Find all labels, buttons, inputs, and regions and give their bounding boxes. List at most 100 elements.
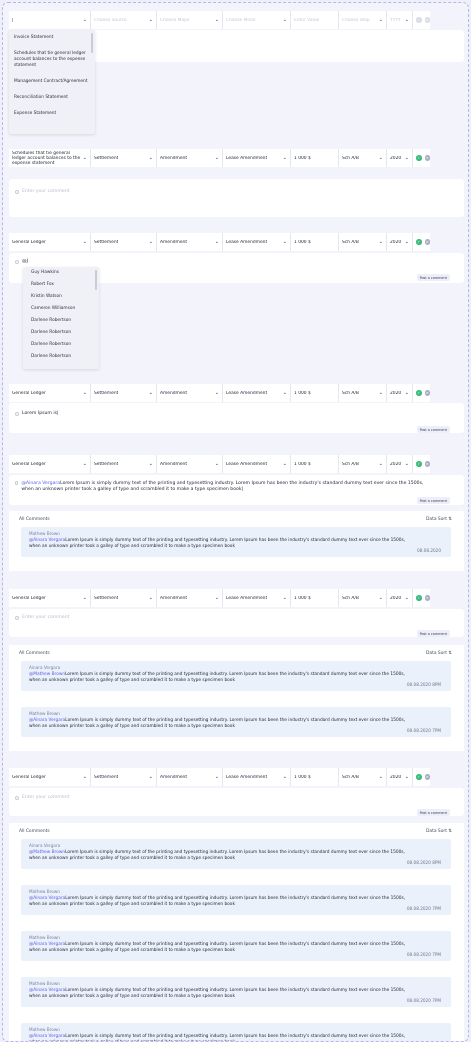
step-select[interactable]: Sch A/B ⌄	[339, 233, 387, 251]
data-sort-button[interactable]: Data Sort ⇅	[426, 829, 452, 834]
major-select[interactable]: Amendment ⌄	[157, 455, 223, 473]
step-select[interactable]: Choose Step ⌄	[339, 11, 387, 29]
minor-select[interactable]: Lease Amendment ⌄	[223, 149, 291, 167]
minor-select[interactable]: Lease Amendment ⌄	[223, 233, 291, 251]
year-select[interactable]: 2020 ⌄	[387, 455, 413, 473]
dropdown-option[interactable]: Invoice Statement	[9, 32, 95, 44]
comment-input[interactable]: @Ainara VergaraLorem Ipsum is simply dum…	[15, 481, 435, 493]
dropdown-option[interactable]: Schedules that tie general ledger accoun…	[9, 48, 95, 72]
document-type-select[interactable]: General Ledger ⌄	[9, 233, 91, 251]
mention-option[interactable]: Robert Fox	[23, 279, 99, 291]
minor-select[interactable]: Lease Amendment ⌄	[223, 455, 291, 473]
chevron-down-icon: ⌄	[282, 461, 287, 467]
mention-option[interactable]: Darlene Robertson	[23, 327, 99, 339]
remove-icon[interactable]: ×	[424, 595, 430, 601]
approve-icon[interactable]: ✓	[416, 17, 422, 23]
mention-option[interactable]: Guy Hawkins	[23, 267, 99, 279]
dropdown-option[interactable]: Management Contract/Agreement	[9, 76, 95, 88]
document-type-dropdown[interactable]: Invoice Statement Schedules that tie gene…	[9, 30, 95, 134]
comment-input[interactable]: @J	[15, 259, 28, 264]
dropdown-option[interactable]: Expense Statement	[9, 108, 95, 120]
minor-select[interactable]: Lease Amendment ⌄	[223, 768, 291, 786]
minor-select[interactable]: Lease Amendment ⌄	[223, 589, 291, 607]
value-input[interactable]: 1 000 $	[291, 384, 339, 402]
mention-option[interactable]: Kristin Watson	[23, 291, 99, 303]
year-select[interactable]: 2020 ⌄	[387, 149, 413, 167]
minor-select[interactable]: Lease Amendment ⌄	[223, 384, 291, 402]
mention-dropdown[interactable]: Guy Hawkins Robert Fox Kristin Watson Camer…	[23, 267, 99, 369]
approve-icon[interactable]: ✓	[416, 461, 422, 467]
value-input[interactable]: 1 000 $	[291, 455, 339, 473]
document-type-select[interactable]: Schedules that tie general ledger accoun…	[9, 149, 91, 167]
comment-input[interactable]: Enter your comment	[15, 615, 69, 620]
source-select[interactable]: Settlement ⌄	[91, 384, 157, 402]
comment-date: 08.08.2020 7PM	[406, 952, 441, 957]
source-select[interactable]: Settlement ⌄	[91, 455, 157, 473]
source-select[interactable]: Settlement ⌄	[91, 149, 157, 167]
value-input[interactable]: 1 000 $	[291, 149, 339, 167]
major-select[interactable]: Amendment ⌄	[157, 589, 223, 607]
post-comment-button[interactable]: Post a comment	[416, 274, 450, 281]
remove-icon[interactable]: ×	[424, 17, 430, 23]
year-select[interactable]: 2020 ⌄	[387, 384, 413, 402]
source-select[interactable]: Settlement ⌄	[91, 589, 157, 607]
mention-option[interactable]: Darlene Robertson	[23, 339, 99, 351]
post-comment-button[interactable]: Post a comment	[416, 497, 450, 504]
major-select[interactable]: Amendment ⌄	[157, 233, 223, 251]
year-select[interactable]: YYYY ⌄	[387, 11, 413, 29]
minor-select[interactable]: Choose Minor ⌄	[223, 11, 291, 29]
data-sort-button[interactable]: Data Sort ⇅	[426, 517, 452, 522]
dropdown-option[interactable]: Reconciliation Statement	[9, 92, 95, 104]
post-comment-button[interactable]: Post a comment	[416, 426, 450, 433]
source-select[interactable]: Settlement ⌄	[91, 233, 157, 251]
document-type-select[interactable]: General Ledger ⌄	[9, 455, 91, 473]
approve-icon[interactable]: ✓	[416, 390, 422, 396]
comment-input[interactable]: Enter your comment	[15, 795, 69, 800]
remove-icon[interactable]: ×	[424, 390, 430, 396]
remove-icon[interactable]: ×	[424, 774, 430, 780]
document-type-select[interactable]: General Ledger ⌄	[9, 384, 91, 402]
year-select[interactable]: 2020 ⌄	[387, 768, 413, 786]
major-select[interactable]: Amendment ⌄	[157, 384, 223, 402]
year-select[interactable]: 2020 ⌄	[387, 233, 413, 251]
mention-option[interactable]: Cameron Williamson	[23, 303, 99, 315]
value-input[interactable]: Enter Value	[291, 11, 339, 29]
value-input[interactable]: 1 000 $	[291, 768, 339, 786]
approve-icon[interactable]: ✓	[416, 239, 422, 245]
year-select[interactable]: 2020 ⌄	[387, 589, 413, 607]
post-comment-button[interactable]: Post a comment	[416, 809, 450, 816]
comment-input[interactable]: Lorem Ipsum is|	[15, 411, 59, 416]
comment-text: @J	[22, 259, 28, 264]
step-select[interactable]: Sch A/B ⌄	[339, 384, 387, 402]
approve-icon[interactable]: ✓	[416, 774, 422, 780]
major-select[interactable]: Amendment ⌄	[157, 149, 223, 167]
remove-icon[interactable]: ×	[424, 461, 430, 467]
row-actions: ✓ ×	[413, 384, 430, 402]
major-select[interactable]: Choose Major ⌄	[157, 11, 223, 29]
comment-author: Mathew Brown	[29, 981, 60, 986]
remove-icon[interactable]: ×	[424, 239, 430, 245]
source-select[interactable]: Settlement ⌄	[91, 768, 157, 786]
value-input[interactable]: 1 000 $	[291, 233, 339, 251]
remove-icon[interactable]: ×	[424, 155, 430, 161]
source-select[interactable]: Choose Source ⌄	[91, 11, 157, 29]
select-value: 2020	[390, 390, 402, 396]
step-select[interactable]: Sch A/B ⌄	[339, 768, 387, 786]
mention-option[interactable]: Darlene Robertson	[23, 315, 99, 327]
step-select[interactable]: Sch A/B ⌄	[339, 455, 387, 473]
step-select[interactable]: Sch A/B ⌄	[339, 589, 387, 607]
data-sort-button[interactable]: Data Sort ⇅	[426, 651, 452, 656]
document-type-select[interactable]: General Ledger ⌄	[9, 589, 91, 607]
document-type-select[interactable]: General Ledger ⌄	[9, 768, 91, 786]
mention-option[interactable]: Darlene Robertson	[23, 351, 99, 363]
document-type-select[interactable]: | ⌄	[9, 11, 91, 29]
value-input[interactable]: 1 000 $	[291, 589, 339, 607]
scrollbar[interactable]	[91, 33, 93, 53]
step-select[interactable]: Sch A/B ⌄	[339, 149, 387, 167]
approve-icon[interactable]: ✓	[416, 595, 422, 601]
comment-input[interactable]: Enter your comment	[15, 189, 69, 194]
post-comment-button[interactable]: Post a comment	[416, 630, 450, 637]
scrollbar[interactable]	[95, 270, 97, 290]
major-select[interactable]: Amendment ⌄	[157, 768, 223, 786]
approve-icon[interactable]: ✓	[416, 155, 422, 161]
